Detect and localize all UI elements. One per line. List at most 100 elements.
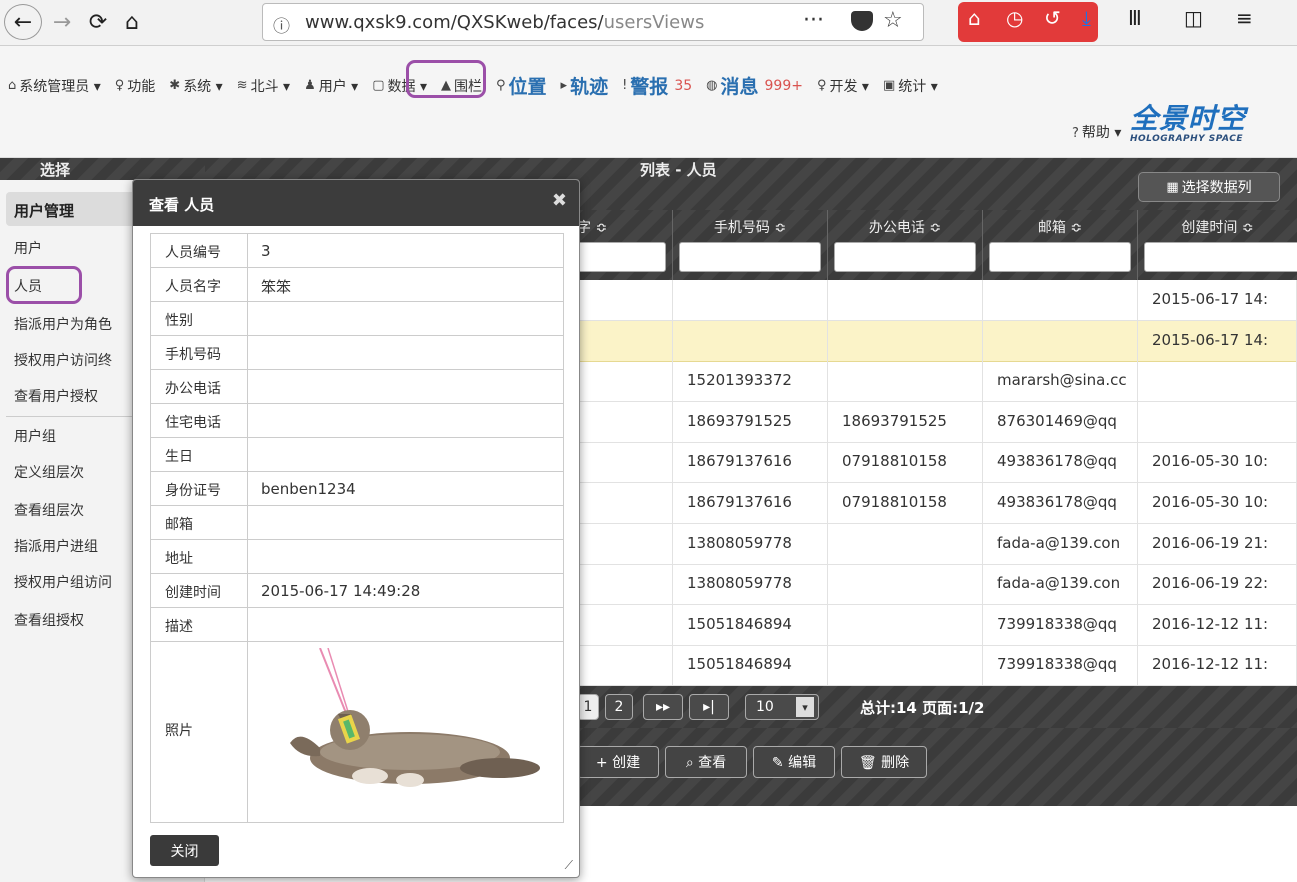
- nav-system[interactable]: ✱ 系统 ▾: [169, 76, 222, 96]
- table-row[interactable]: 13808059778 fada-a@139.con 2016-06-19 22:: [555, 564, 1297, 606]
- table-row[interactable]: 15051846894 739918338@qq 2016-12-12 11:: [555, 645, 1297, 687]
- cell-office-phone: [828, 523, 983, 565]
- sidebar-item-user-group[interactable]: 用户组: [14, 426, 56, 446]
- alarm-count-badge: 35: [674, 77, 693, 94]
- page-1-button[interactable]: 1: [577, 694, 599, 720]
- nav-admin[interactable]: ⌂ 系统管理员 ▾: [8, 76, 101, 96]
- table-row[interactable]: 15201393372 mararsh@sina.cc: [555, 361, 1297, 403]
- sidebar-item-user[interactable]: 用户: [14, 238, 42, 258]
- table-row[interactable]: 2015-06-17 14:: [555, 320, 1297, 362]
- select-columns-button[interactable]: ▦ 选择数据列: [1138, 172, 1280, 202]
- detail-label: 住宅电话: [151, 404, 248, 437]
- detail-value: 笨笨: [261, 278, 292, 296]
- cell-mobile: [673, 320, 828, 362]
- nav-user[interactable]: ♟ 用户 ▾: [304, 76, 358, 96]
- resize-grip-icon[interactable]: ⟋: [565, 858, 573, 873]
- table-row[interactable]: 18693791525 18693791525 876301469@qq: [555, 401, 1297, 443]
- nav-position[interactable]: ⚲ 位置: [496, 72, 547, 99]
- detail-row: 地址: [151, 540, 563, 574]
- logo-subtitle: HOLOGRAPHY SPACE: [1130, 134, 1244, 144]
- sidebar-item-view-hierarchy[interactable]: 查看组层次: [14, 500, 84, 520]
- nav-function[interactable]: ♀ 功能: [115, 76, 156, 96]
- sidebar-toggle-icon[interactable]: ◫: [1184, 6, 1203, 30]
- sidebar-item-authorize-group[interactable]: 授权用户组访问: [14, 572, 112, 592]
- sidebar-item-view-auth[interactable]: 查看用户授权: [14, 386, 98, 406]
- detail-label: 描述: [151, 608, 248, 641]
- cell-email: 876301469@qq: [983, 401, 1138, 443]
- library-icon[interactable]: Ⅲ: [1128, 6, 1142, 30]
- close-button[interactable]: 关闭: [150, 835, 219, 866]
- close-icon[interactable]: ✖: [552, 190, 567, 211]
- sidebar-item-authorize-terminal[interactable]: 授权用户访问终: [14, 350, 112, 370]
- page-2-button[interactable]: 2: [605, 694, 633, 720]
- history-icon[interactable]: ↺: [1044, 6, 1061, 30]
- page-size-select[interactable]: 10 ▾: [745, 694, 819, 720]
- column-header-office-phone[interactable]: 办公电话 ≎: [828, 210, 983, 280]
- edit-button[interactable]: ✎ 编辑: [753, 746, 835, 778]
- nav-alarm[interactable]: ! 警报 35: [622, 72, 692, 99]
- cell-email: 493836178@qq: [983, 483, 1138, 524]
- nav-message[interactable]: ◍ 消息 999+: [706, 72, 803, 99]
- forward-icon[interactable]: →: [48, 4, 76, 40]
- table-row[interactable]: 2015-06-17 14:: [555, 280, 1297, 321]
- detail-row: 身份证号 benben1234: [151, 472, 563, 506]
- cell-mobile: 18679137616: [673, 483, 828, 524]
- cell-email: 493836178@qq: [983, 442, 1138, 484]
- reload-icon[interactable]: ⟳: [84, 4, 112, 40]
- chart-icon: ▣: [882, 78, 896, 93]
- delete-button[interactable]: 🗑 删除: [841, 746, 927, 778]
- nav-stats[interactable]: ▣ 统计 ▾: [883, 76, 938, 96]
- extension-icon[interactable]: ⌂: [968, 6, 981, 30]
- clock-icon[interactable]: ◷: [1006, 6, 1023, 30]
- filter-input-office-phone[interactable]: [834, 242, 976, 272]
- bookmark-star-icon[interactable]: ☆: [883, 8, 903, 33]
- next-page-button[interactable]: ▸▸: [643, 694, 683, 720]
- column-header-mobile[interactable]: 手机号码 ≎: [673, 210, 828, 280]
- filter-input-created[interactable]: [1144, 242, 1297, 272]
- cell-created: 2016-06-19 22:: [1138, 564, 1297, 606]
- create-button[interactable]: + 创建: [577, 746, 659, 778]
- question-icon: ?: [1072, 126, 1079, 141]
- detail-label: 地址: [151, 540, 248, 573]
- cell-office-phone: 07918810158: [828, 483, 983, 524]
- last-page-button[interactable]: ▸|: [689, 694, 729, 720]
- filter-input-mobile[interactable]: [679, 242, 821, 272]
- nav-help[interactable]: ? 帮助 ▾: [1072, 122, 1121, 142]
- table-row[interactable]: 15051846894 739918338@qq 2016-12-12 11:: [555, 604, 1297, 646]
- nav-dev[interactable]: ♀ 开发 ▾: [817, 76, 869, 96]
- nav-track[interactable]: ▸ 轨迹: [561, 72, 609, 99]
- detail-label: 办公电话: [151, 370, 248, 403]
- download-icon[interactable]: ⤓: [1082, 6, 1091, 30]
- view-button[interactable]: ⌕ 查看: [665, 746, 747, 778]
- detail-label: 手机号码: [151, 336, 248, 369]
- sidebar-item-define-hierarchy[interactable]: 定义组层次: [14, 462, 84, 482]
- menu-icon[interactable]: ≡: [1236, 6, 1253, 30]
- cell-office-phone: [828, 320, 983, 362]
- cell-email: [983, 320, 1138, 362]
- sidebar-item-assign-group[interactable]: 指派用户进组: [14, 536, 98, 556]
- cell-mobile: 13808059778: [673, 523, 828, 565]
- sidebar-item-view-group-auth[interactable]: 查看组授权: [14, 610, 84, 630]
- cell-email: 739918338@qq: [983, 604, 1138, 646]
- cell-mobile: 15201393372: [673, 361, 828, 403]
- site-info-icon[interactable]: ⓘ: [273, 12, 290, 37]
- pager: 1 2 ▸▸ ▸| 10 ▾ 总计:14 页面:1/2: [555, 686, 1297, 728]
- back-icon[interactable]: ←: [4, 4, 42, 40]
- table-row[interactable]: 婷1867913761607918810158493836178@qq2016-…: [555, 483, 1297, 524]
- filter-input-email[interactable]: [989, 242, 1131, 272]
- table-row[interactable]: 婷1867913761607918810158493836178@qq2016-…: [555, 442, 1297, 484]
- cell-email: mararsh@sina.cc: [983, 361, 1138, 403]
- page-actions-icon[interactable]: ···: [803, 8, 824, 33]
- detail-value: [248, 336, 563, 369]
- home-icon[interactable]: ⌂: [118, 4, 146, 40]
- nav-beidou[interactable]: ≋ 北斗 ▾: [237, 76, 290, 96]
- column-header-created[interactable]: 创建时间 ≎: [1138, 210, 1297, 280]
- column-header-email[interactable]: 邮箱 ≎: [983, 210, 1138, 280]
- dialog-title[interactable]: 查看 人员: [133, 180, 579, 226]
- address-bar[interactable]: ⓘ www.qxsk9.com/QXSKweb/faces/usersViews…: [262, 3, 924, 41]
- detail-label: 创建时间: [151, 574, 248, 607]
- table-row[interactable]: 13808059778 fada-a@139.con 2016-06-19 21:: [555, 523, 1297, 565]
- sidebar-item-assign-role[interactable]: 指派用户为角色: [14, 314, 112, 334]
- detail-row-photo: 照片: [151, 642, 563, 822]
- pocket-icon[interactable]: [851, 11, 873, 31]
